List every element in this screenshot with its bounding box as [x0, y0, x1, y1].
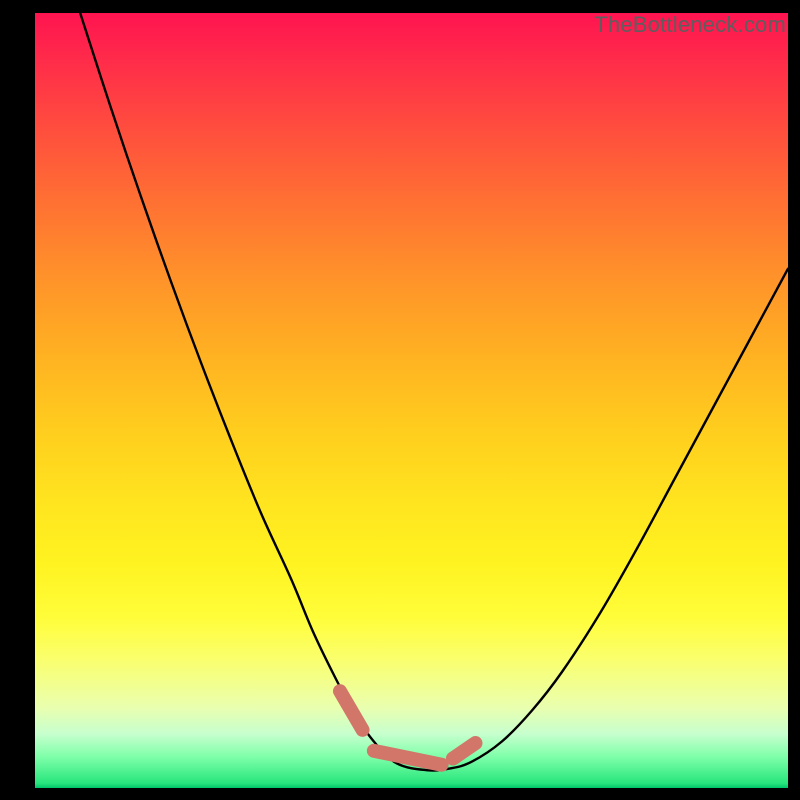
chart-svg: [35, 13, 788, 788]
highlight-segment-right: [453, 743, 476, 759]
bottleneck-curve: [80, 13, 788, 771]
highlight-segment-left: [340, 691, 363, 730]
chart-frame: TheBottleneck.com: [0, 0, 800, 800]
highlight-segment-mid: [374, 751, 442, 765]
plot-area: [35, 13, 788, 788]
watermark-text: TheBottleneck.com: [594, 12, 786, 38]
